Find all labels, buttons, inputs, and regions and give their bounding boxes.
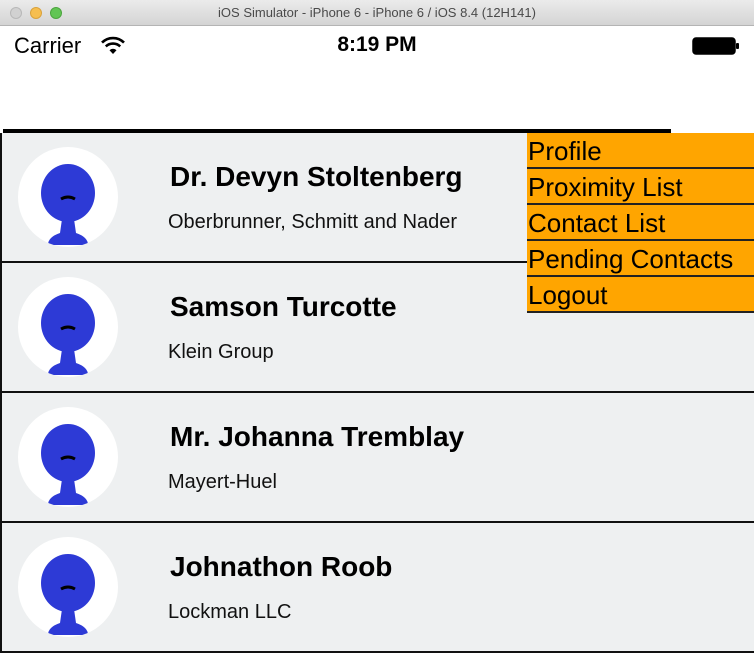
person-icon: [41, 424, 95, 505]
person-icon: [41, 164, 95, 245]
person-icon: [41, 294, 95, 375]
contact-name: Dr. Devyn Stoltenberg: [170, 161, 463, 192]
status-time: 8:19 PM: [337, 33, 417, 56]
contact-name: Samson Turcotte: [170, 291, 397, 322]
contact-name: Johnathon Roob: [170, 551, 393, 582]
contact-company: Klein Group: [168, 341, 274, 363]
menu-item-contact-list[interactable]: Contact List: [527, 205, 754, 241]
window-titlebar: iOS Simulator - iPhone 6 - iPhone 6 / iO…: [0, 0, 754, 26]
avatar: [18, 277, 118, 377]
person-icon: [41, 554, 95, 635]
dropdown-menu: Profile Proximity List Contact List Pend…: [527, 133, 754, 313]
battery-icon: [692, 37, 740, 60]
avatar: [18, 407, 118, 507]
avatar: [18, 537, 118, 637]
avatar: [18, 147, 118, 247]
menu-item-logout[interactable]: Logout: [527, 277, 754, 313]
menu-item-proximity-list[interactable]: Proximity List: [527, 169, 754, 205]
contact-company: Lockman LLC: [168, 601, 292, 623]
contact-company: Mayert-Huel: [168, 471, 277, 493]
status-bar: Carrier 8:19 PM: [0, 27, 754, 65]
contact-company: Oberbrunner, Schmitt and Nader: [168, 211, 458, 233]
navigation-bar: [0, 65, 754, 131]
contact-row[interactable]: Mr. Johanna Tremblay Mayert-Huel: [0, 393, 754, 523]
contact-row[interactable]: Johnathon Roob Lockman LLC: [0, 523, 754, 653]
menu-item-pending-contacts[interactable]: Pending Contacts: [527, 241, 754, 277]
contact-name: Mr. Johanna Tremblay: [170, 421, 465, 452]
window-title: iOS Simulator - iPhone 6 - iPhone 6 / iO…: [218, 5, 536, 20]
menu-item-profile[interactable]: Profile: [527, 133, 754, 169]
